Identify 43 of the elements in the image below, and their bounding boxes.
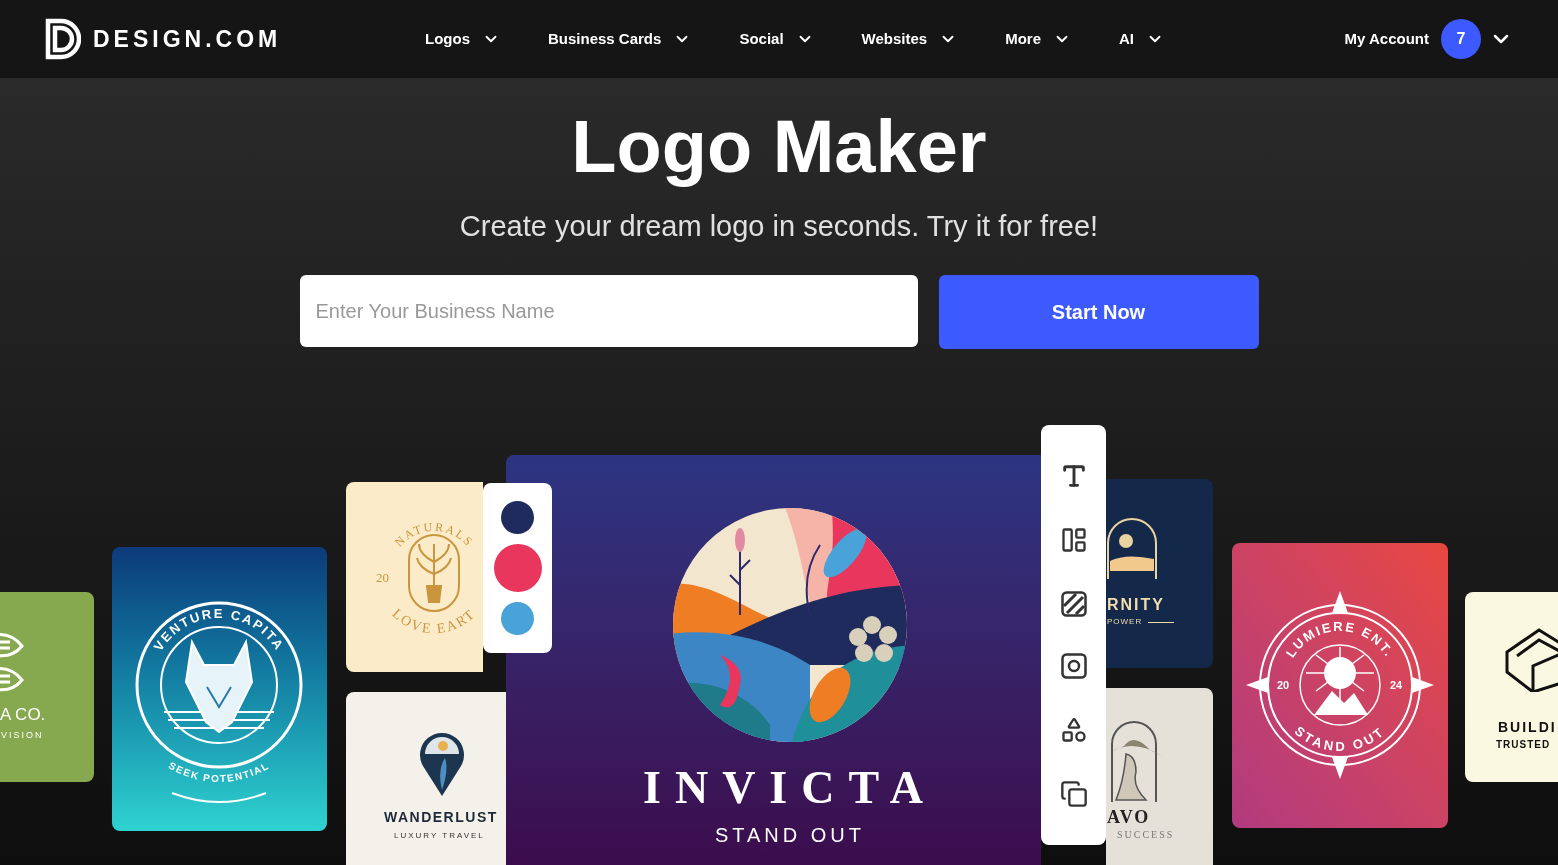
- logo-card[interactable]: RNITY POWER: [1106, 479, 1213, 668]
- logo-tagline: SUCCESS: [1117, 830, 1175, 840]
- nav-menu-item[interactable]: Logos: [425, 27, 500, 51]
- nav-menu-item[interactable]: More: [1005, 27, 1071, 51]
- desert-arch-drawing: [1106, 517, 1158, 579]
- logo-tagline: LUXURY TRAVEL: [394, 832, 485, 840]
- logo-tagline: POWER: [1107, 618, 1143, 626]
- logo-text: 24: [1390, 679, 1403, 691]
- business-name-field[interactable]: Enter Your Business Name: [299, 275, 918, 347]
- logo-mark-icon[interactable]: [45, 18, 81, 60]
- layout-icon[interactable]: [1059, 526, 1088, 555]
- logo-text: INVICTA: [643, 765, 937, 811]
- logo-tagline: TRUSTED: [1496, 740, 1551, 750]
- logo-tagline: STAND OUT: [714, 825, 866, 845]
- logo-text: 20: [1277, 679, 1290, 691]
- nav-menu-item[interactable]: Business Cards: [548, 27, 692, 51]
- shapes-icon[interactable]: [1059, 715, 1088, 744]
- nav-menu-item[interactable]: AI: [1119, 27, 1164, 51]
- frame-icon[interactable]: [1060, 653, 1087, 680]
- logo-card[interactable]: WANDERLUST LUXURY TRAVEL: [346, 692, 506, 865]
- logo-text: 20: [376, 570, 389, 585]
- hatch-icon[interactable]: [1060, 590, 1087, 617]
- logo-text: BUILDI: [1498, 720, 1557, 734]
- brand-name[interactable]: DESIGN.COM: [93, 21, 282, 57]
- start-now-button[interactable]: Start Now: [938, 275, 1259, 349]
- logo-text: WANDERLUST: [384, 810, 498, 824]
- logo-tagline: VISION: [1, 731, 44, 740]
- logo-text: RNITY: [1107, 597, 1165, 613]
- logo-card[interactable]: INVICTA STAND OUT: [506, 455, 1041, 865]
- logo-card[interactable]: BUILDI TRUSTED: [1465, 592, 1558, 782]
- nav-menu-item[interactable]: Social: [739, 27, 814, 51]
- subtitle: Create your dream logo in seconds. Try it for free!: [459, 212, 1099, 241]
- nav-menu-item[interactable]: Websites: [861, 27, 958, 51]
- color-swatch[interactable]: [501, 501, 534, 534]
- logo-text: A CO.: [0, 706, 46, 723]
- copy-icon[interactable]: [1059, 780, 1088, 809]
- notification-badge[interactable]: 7: [1441, 19, 1481, 59]
- logo-card[interactable]: AVO SUCCESS: [1106, 688, 1213, 865]
- logo-text: AVO: [1107, 808, 1151, 826]
- map-pin-drawing: [419, 730, 465, 796]
- color-swatch[interactable]: [493, 544, 542, 592]
- account-link[interactable]: My Account: [1344, 27, 1429, 51]
- color-swatch[interactable]: [501, 602, 534, 635]
